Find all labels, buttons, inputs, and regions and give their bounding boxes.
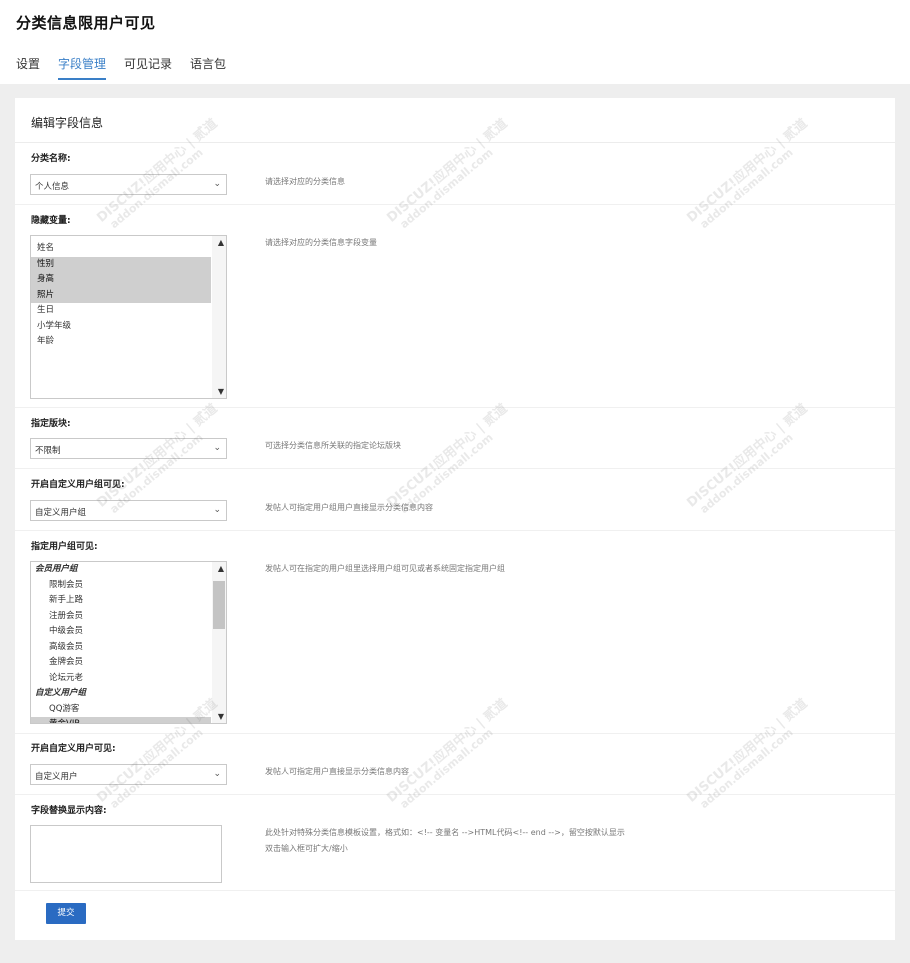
listbox-option[interactable]: 小学年级: [31, 319, 211, 335]
submit-button[interactable]: 提交: [46, 903, 86, 924]
chevron-down-icon[interactable]: ▼: [218, 387, 224, 396]
chevron-down-icon[interactable]: ▼: [218, 712, 224, 721]
chevron-up-icon[interactable]: ▲: [218, 564, 224, 573]
groups-listbox[interactable]: 会员用户组限制会员 新手上路 注册会员 中级会员 高级会员 金牌会员 论坛元老 自定义用户组 Q…: [30, 561, 227, 724]
custom-group-select[interactable]: 自定义用户组 ⌄: [30, 500, 227, 521]
listbox-option[interactable]: 性别: [31, 256, 211, 272]
custom-user-select-value: 自定义用户: [35, 772, 78, 782]
custom-group-hint: 发帖人可指定用户组用户直接显示分类信息内容: [265, 503, 433, 512]
scrollbar-thumb[interactable]: [213, 581, 225, 629]
listbox-option[interactable]: 年龄: [31, 334, 211, 350]
tab-settings[interactable]: 设置: [16, 55, 40, 80]
custom-user-hint: 发帖人可指定用户直接显示分类信息内容: [265, 767, 409, 776]
category-select[interactable]: 个人信息 ⌄: [30, 174, 227, 195]
page-title: 分类信息限用户可见: [16, 14, 156, 32]
listbox-option[interactable]: 高级会员: [31, 640, 211, 656]
forum-select[interactable]: 不限制 ⌄: [30, 438, 227, 459]
divider: [15, 204, 895, 205]
edit-field-card: 编辑字段信息 分类名称: 个人信息 ⌄ 请选择对应的分类信息 隐藏变量: 姓名性…: [15, 98, 895, 940]
listbox-option[interactable]: 论坛元老: [31, 671, 211, 687]
custom-group-label: 开启自定义用户组可见:: [31, 480, 125, 490]
divider: [15, 468, 895, 469]
listbox-option[interactable]: 姓名: [31, 241, 211, 257]
chevron-down-icon: ⌄: [213, 443, 221, 453]
chevron-down-icon: ⌄: [213, 505, 221, 515]
hidden-vars-listbox[interactable]: 姓名 性别 身高 照片 生日 小学年级 年龄 ▲ ▼: [30, 235, 227, 399]
tab-language-pack[interactable]: 语言包: [190, 55, 226, 80]
forum-select-value: 不限制: [35, 446, 61, 456]
tab-bar: 设置 字段管理 可见记录 语言包: [16, 55, 226, 80]
divider: [15, 142, 895, 143]
header: 分类信息限用户可见 设置 字段管理 可见记录 语言包: [0, 0, 910, 84]
category-hint: 请选择对应的分类信息: [265, 177, 345, 186]
card-title: 编辑字段信息: [31, 116, 104, 130]
chevron-down-icon: ⌄: [213, 769, 221, 779]
hidden-vars-hint: 请选择对应的分类信息字段变量: [265, 238, 377, 247]
listbox-option[interactable]: 身高: [31, 272, 211, 288]
divider: [15, 890, 895, 891]
divider: [15, 407, 895, 408]
listbox-option[interactable]: 生日: [31, 303, 211, 319]
category-label: 分类名称:: [31, 154, 71, 164]
replace-content-hint-2: 双击输入框可扩大/缩小: [265, 844, 348, 853]
listbox-option[interactable]: 黄金VIP: [31, 717, 211, 723]
tab-visible-records[interactable]: 可见记录: [124, 55, 172, 80]
divider: [15, 733, 895, 734]
listbox-group-header: 自定义用户组: [35, 688, 87, 698]
chevron-down-icon: ⌄: [213, 179, 221, 189]
custom-user-label: 开启自定义用户可见:: [31, 744, 116, 754]
replace-content-hint-1: 此处针对特殊分类信息模板设置，格式如：<!-- 变量名 -->HTML代码<!-…: [265, 828, 625, 837]
listbox-option[interactable]: 照片: [31, 287, 211, 303]
listbox-option[interactable]: QQ游客: [31, 702, 211, 718]
forum-hint: 可选择分类信息所关联的指定论坛版块: [265, 441, 401, 450]
divider: [15, 530, 895, 531]
category-select-value: 个人信息: [35, 182, 70, 192]
listbox-group-header: 会员用户组: [35, 564, 78, 574]
replace-content-textarea[interactable]: [30, 825, 222, 883]
hidden-vars-label: 隐藏变量:: [31, 216, 71, 226]
scrollbar[interactable]: ▲ ▼: [212, 236, 226, 398]
groups-hint: 发帖人可在指定的用户组里选择用户组可见或者系统固定指定用户组: [265, 564, 505, 573]
custom-group-select-value: 自定义用户组: [35, 508, 87, 518]
tab-field-management[interactable]: 字段管理: [58, 55, 107, 80]
replace-content-label: 字段替换显示内容:: [31, 806, 107, 816]
listbox-option[interactable]: 新手上路: [31, 593, 211, 609]
listbox-option[interactable]: 注册会员: [31, 609, 211, 625]
scrollbar[interactable]: ▲ ▼: [212, 562, 226, 723]
chevron-up-icon[interactable]: ▲: [218, 238, 224, 247]
forum-label: 指定版块:: [31, 419, 71, 429]
listbox-option[interactable]: 限制会员: [31, 578, 211, 594]
groups-label: 指定用户组可见:: [31, 542, 98, 552]
listbox-option[interactable]: 金牌会员: [31, 655, 211, 671]
custom-user-select[interactable]: 自定义用户 ⌄: [30, 764, 227, 785]
divider: [15, 794, 895, 795]
listbox-option[interactable]: 中级会员: [31, 624, 211, 640]
